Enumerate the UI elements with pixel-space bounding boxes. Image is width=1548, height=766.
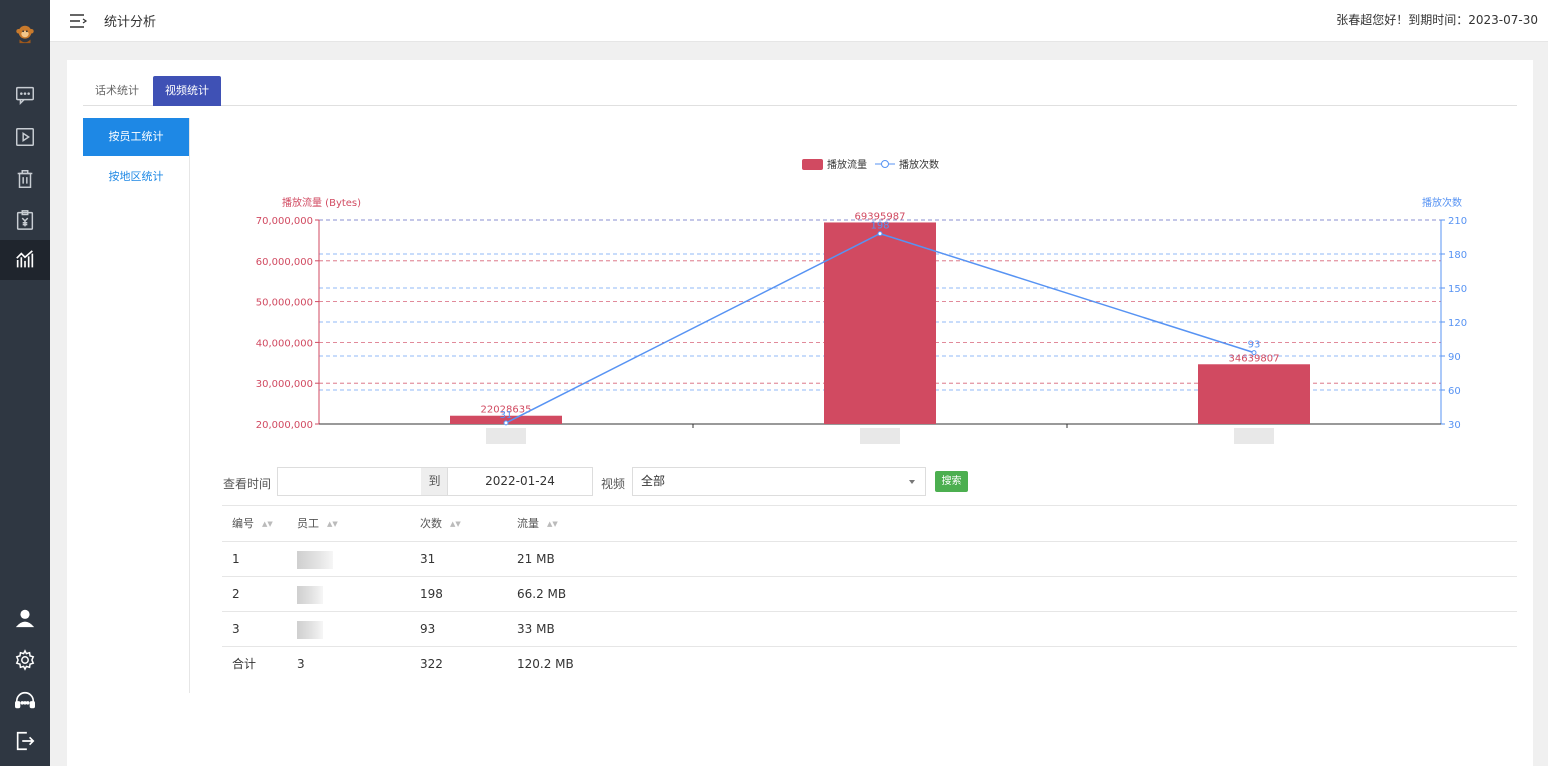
y-tick-label-right: 120 [1448, 318, 1467, 329]
table-row: 2 198 66.2 MB [222, 576, 1517, 611]
legend-bar-swatch [802, 159, 823, 170]
video-select-value: 全部 [641, 474, 666, 488]
search-button[interactable]: 搜索 [935, 471, 968, 492]
sort-icon[interactable]: ▲▼ [262, 507, 273, 542]
date-separator: 到 [421, 467, 448, 496]
total-label: 合计 [232, 657, 257, 671]
cell-count: 93 [420, 622, 436, 636]
column-header-id[interactable]: 编号 ▲▼ [232, 506, 273, 542]
line-data-label: 31 [500, 410, 513, 421]
cell-id: 1 [232, 552, 240, 566]
line-data-label: 198 [870, 221, 889, 232]
cell-count: 198 [420, 587, 443, 601]
x-category-label-redacted [860, 428, 900, 444]
y-tick-label-right: 60 [1448, 386, 1461, 397]
video-select[interactable]: 全部 [632, 467, 926, 496]
y-axis-right-title: 播放次数 [1422, 196, 1462, 209]
total-traffic: 120.2 MB [517, 657, 574, 671]
end-date-input[interactable]: 2022-01-24 [447, 467, 593, 496]
table-row: 1 31 21 MB [222, 541, 1517, 576]
line-data-label: 93 [1248, 340, 1261, 351]
y-axis-left-title: 播放流量 (Bytes) [282, 196, 361, 209]
cell-employee-redacted [297, 577, 323, 612]
y-tick-label-right: 30 [1448, 420, 1461, 431]
column-header-count[interactable]: 次数 ▲▼ [420, 506, 461, 542]
y-tick-label-left: 40,000,000 [256, 338, 313, 349]
cell-count: 31 [420, 552, 436, 566]
total-count: 322 [420, 657, 443, 671]
cell-id: 3 [232, 622, 240, 636]
cell-traffic: 66.2 MB [517, 587, 567, 601]
y-tick-label-left: 50,000,000 [256, 298, 313, 309]
cell-traffic: 21 MB [517, 552, 555, 566]
video-label: 视频 [601, 477, 626, 491]
cell-traffic: 33 MB [517, 622, 555, 636]
legend-bar-label: 播放流量 [827, 158, 867, 171]
x-category-label-redacted [486, 428, 526, 444]
time-label: 查看时间 [223, 477, 272, 491]
y-tick-label-left: 30,000,000 [256, 379, 313, 390]
y-tick-label-right: 90 [1448, 352, 1461, 363]
chart-line-point [503, 420, 509, 426]
chevron-down-icon [909, 480, 915, 484]
chart-line-point [877, 231, 883, 237]
table-row: 3 93 33 MB [222, 611, 1517, 646]
y-tick-label-right: 180 [1448, 250, 1467, 261]
total-employees: 3 [297, 657, 305, 671]
x-category-label-redacted [1234, 428, 1274, 444]
chart-line-point [1251, 350, 1257, 356]
column-header-employee[interactable]: 员工 ▲▼ [297, 506, 338, 542]
y-tick-label-left: 20,000,000 [256, 420, 313, 431]
column-header-traffic[interactable]: 流量 ▲▼ [517, 506, 558, 542]
sort-icon[interactable]: ▲▼ [450, 507, 461, 542]
y-tick-label-right: 210 [1448, 216, 1467, 227]
chart-bar [1198, 364, 1310, 424]
y-tick-label-left: 60,000,000 [256, 257, 313, 268]
sort-icon[interactable]: ▲▼ [547, 507, 558, 542]
y-tick-label-right: 150 [1448, 284, 1467, 295]
y-tick-label-left: 70,000,000 [256, 216, 313, 227]
stats-table: 编号 ▲▼ 员工 ▲▼ 次数 ▲▼ 流量 ▲▼ 1 31 21 MB 2 198 66.… [222, 505, 1517, 681]
cell-employee-redacted [297, 612, 323, 647]
legend-line-marker [881, 160, 889, 168]
cell-employee-redacted [297, 542, 333, 577]
table-footer: 合计 3 322 120.2 MB [222, 646, 1517, 681]
start-date-input[interactable] [277, 467, 422, 496]
cell-id: 2 [232, 587, 240, 601]
legend-line-label: 播放次数 [899, 158, 939, 171]
sort-icon[interactable]: ▲▼ [327, 507, 338, 542]
table-header: 编号 ▲▼ 员工 ▲▼ 次数 ▲▼ 流量 ▲▼ [222, 505, 1517, 541]
